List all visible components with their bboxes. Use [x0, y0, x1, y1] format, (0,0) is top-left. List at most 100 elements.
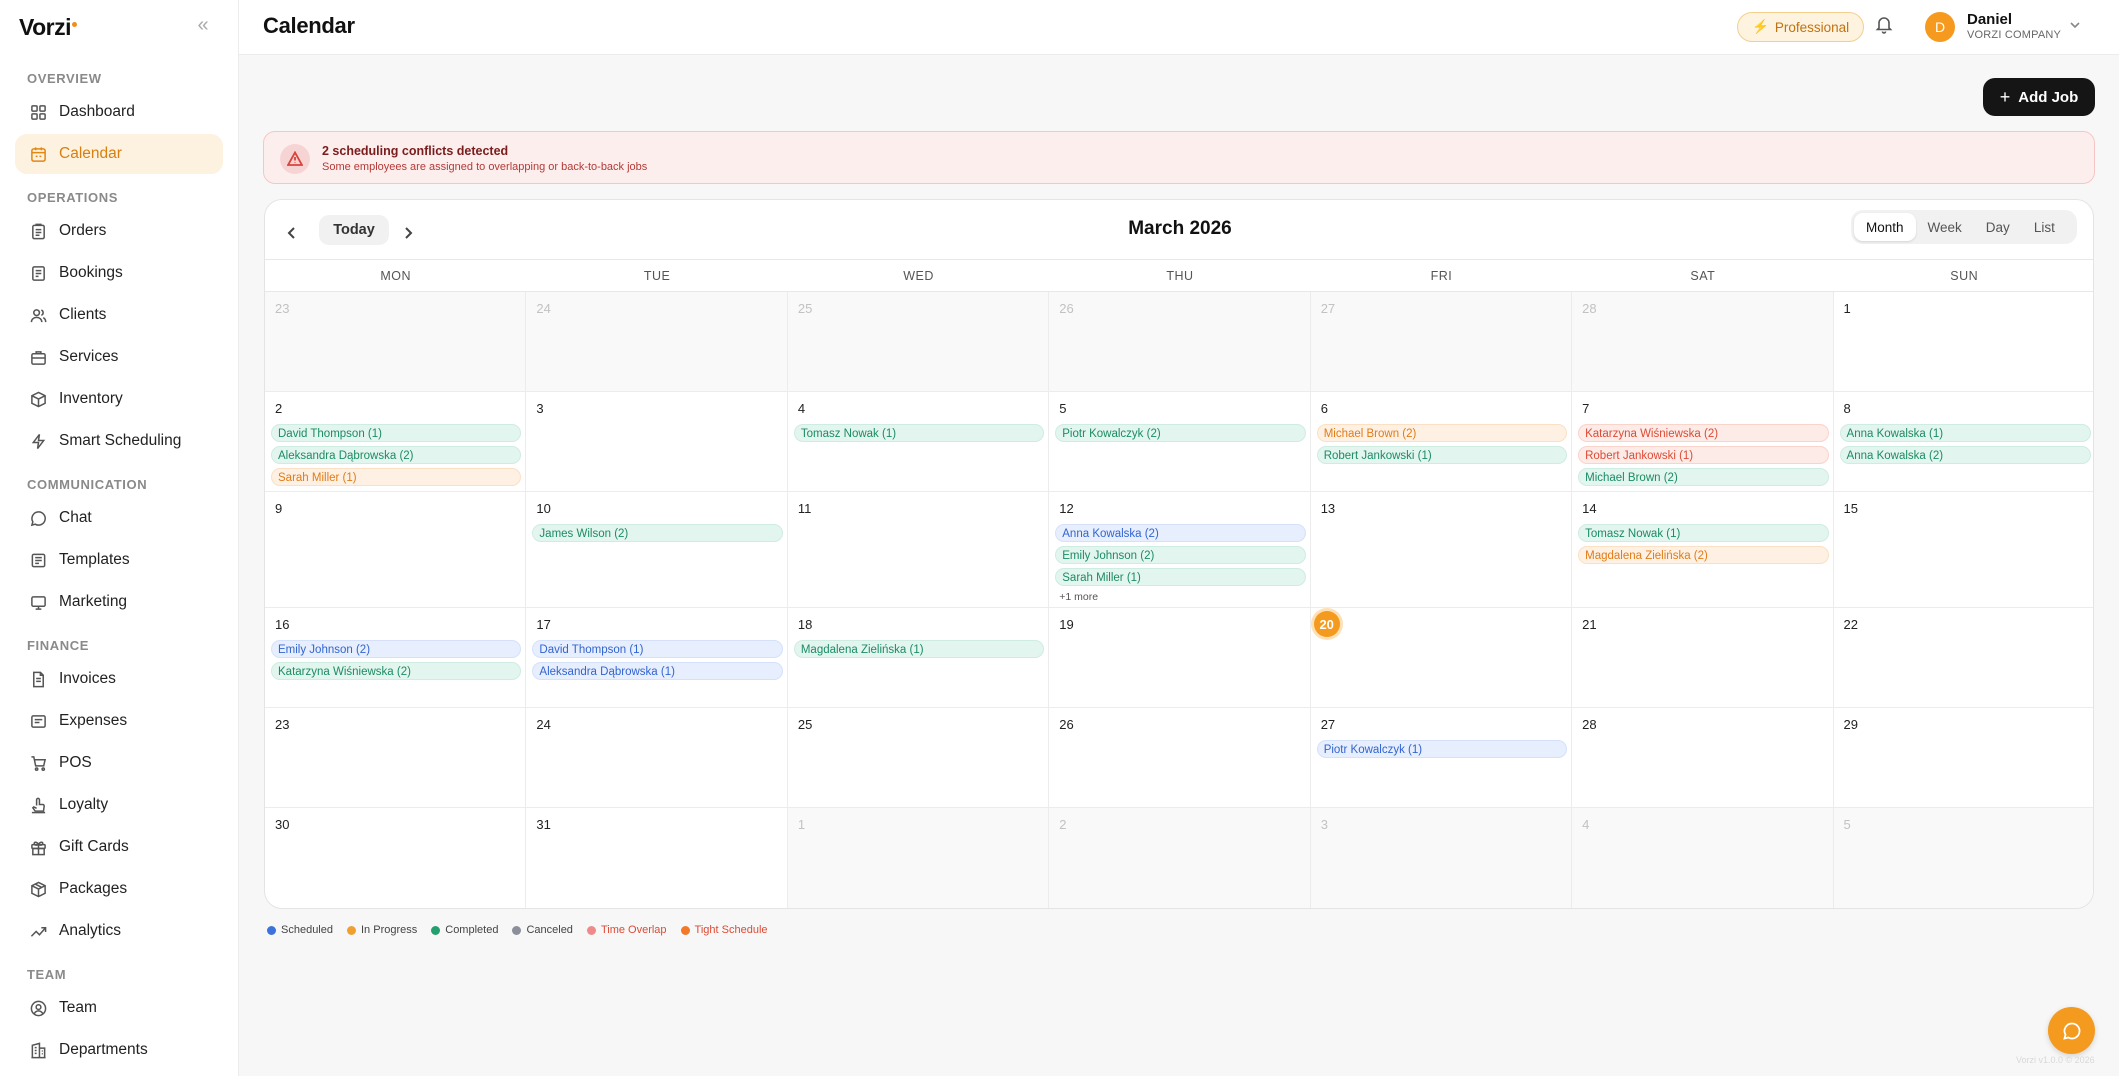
sidebar-item-clients[interactable]: Clients [15, 295, 223, 335]
sidebar-item-chat[interactable]: Chat [15, 498, 223, 538]
event-pill[interactable]: Robert Jankowski (1) [1578, 446, 1829, 464]
user-name[interactable]: Daniel [1967, 11, 2012, 28]
add-job-button[interactable]: + Add Job [1983, 78, 2095, 116]
event-pill[interactable]: Piotr Kowalczyk (1) [1316, 740, 1568, 758]
event-pill[interactable]: James Wilson (2) [532, 524, 783, 542]
event-pill[interactable]: David Thompson (1) [271, 424, 522, 442]
sidebar-item-expenses[interactable]: Expenses [15, 701, 223, 741]
day-cell[interactable]: 5 Piotr Kowalczyk (2) [1049, 392, 1311, 491]
day-cell[interactable]: 28 [1572, 708, 1834, 807]
day-cell[interactable]: 31 [526, 808, 788, 908]
day-cell[interactable]: 27 Piotr Kowalczyk (1) [1311, 708, 1573, 807]
day-cell[interactable]: 4 [1572, 808, 1834, 908]
tab-week[interactable]: Week [1916, 213, 1974, 241]
sidebar-item-loyalty[interactable]: Loyalty [15, 785, 223, 825]
day-cell[interactable]: 24 [526, 708, 788, 807]
sidebar-item-packages[interactable]: Packages [15, 869, 223, 909]
more-events-link[interactable]: +1 more [1059, 591, 1098, 603]
day-cell[interactable]: 30 [265, 808, 527, 908]
sidebar-item-services[interactable]: Services [15, 337, 223, 377]
sidebar-item-team[interactable]: Team [15, 988, 223, 1028]
event-pill[interactable]: Magdalena Zielińska (2) [1578, 546, 1829, 564]
event-pill[interactable]: Anna Kowalska (1) [1839, 424, 2091, 442]
event-pill[interactable]: Michael Brown (2) [1578, 468, 1829, 486]
event-pill[interactable]: Sarah Miller (1) [1055, 568, 1306, 586]
day-cell[interactable]: 12 Anna Kowalska (2) Emily Johnson (2) Sara… [1049, 492, 1311, 607]
day-cell[interactable]: 18 Magdalena Zielińska (1) [788, 608, 1050, 707]
sidebar-item-departments[interactable]: Departments [15, 1030, 223, 1070]
event-pill[interactable]: Anna Kowalska (2) [1839, 446, 2091, 464]
day-cell[interactable]: 1 [1834, 292, 2093, 391]
event-pill[interactable]: Tomasz Nowak (1) [793, 424, 1045, 442]
day-cell[interactable]: 19 [1049, 608, 1311, 707]
brand-logo[interactable]: Vorzi [19, 14, 78, 41]
day-cell[interactable]: 3 [526, 392, 788, 491]
sidebar-item-dashboard[interactable]: Dashboard [15, 92, 223, 132]
event-pill[interactable]: Katarzyna Wiśniewska (2) [271, 662, 522, 680]
sidebar-item-analytics[interactable]: Analytics [15, 911, 223, 951]
day-cell[interactable]: 23 [265, 292, 527, 391]
tab-day[interactable]: Day [1974, 213, 2022, 241]
day-cell[interactable]: 22 [1834, 608, 2093, 707]
event-pill[interactable]: Emily Johnson (2) [1055, 546, 1306, 564]
event-pill[interactable]: Michael Brown (2) [1316, 424, 1568, 442]
day-cell[interactable]: 25 [787, 292, 1050, 391]
event-pill[interactable]: Magdalena Zielińska (1) [793, 640, 1045, 658]
sidebar-item-marketing[interactable]: Marketing [15, 582, 223, 622]
day-cell[interactable]: 27 [1310, 292, 1573, 391]
day-cell[interactable]: 28 [1572, 292, 1834, 391]
sidebar-item-calendar[interactable]: Calendar [15, 134, 223, 174]
day-cell[interactable]: 5 [1833, 808, 2093, 908]
day-cell[interactable]: 7 Katarzyna Wiśniewska (2) Robert Jankowsk… [1572, 392, 1834, 491]
event-pill[interactable]: Sarah Miller (1) [271, 468, 522, 486]
event-pill[interactable]: Aleksandra Dąbrowska (2) [271, 446, 522, 464]
day-cell[interactable]: 21 [1572, 608, 1834, 707]
bell-icon[interactable] [1874, 14, 1896, 38]
event-pill[interactable]: Aleksandra Dąbrowska (1) [532, 662, 783, 680]
event-pill[interactable]: Tomasz Nowak (1) [1578, 524, 1829, 542]
day-cell[interactable]: 16 Emily Johnson (2) Katarzyna Wiśniewska … [265, 608, 527, 707]
sidebar-item-inventory[interactable]: Inventory [15, 379, 223, 419]
day-cell[interactable]: 2 David Thompson (1) Aleksandra Dąbrowska … [265, 392, 527, 491]
day-cell[interactable]: 13 [1311, 492, 1573, 607]
day-cell[interactable]: 23 [265, 708, 527, 807]
day-cell[interactable]: 26 [1049, 292, 1311, 391]
day-cell[interactable]: 15 [1834, 492, 2093, 607]
day-cell[interactable]: 11 [788, 492, 1050, 607]
day-cell[interactable]: 10 James Wilson (2) [526, 492, 788, 607]
day-cell[interactable]: 4 Tomasz Nowak (1) [788, 392, 1050, 491]
sidebar-item-templates[interactable]: Templates [15, 540, 223, 580]
event-pill[interactable]: Emily Johnson (2) [271, 640, 522, 658]
sidebar-item-smart-scheduling[interactable]: Smart Scheduling [15, 421, 223, 461]
event-pill[interactable]: Katarzyna Wiśniewska (2) [1578, 424, 1829, 442]
day-cell[interactable]: 29 [1834, 708, 2093, 807]
collapse-sidebar-icon[interactable]: « [195, 15, 211, 36]
sidebar-item-bookings[interactable]: Bookings [15, 253, 223, 293]
day-cell[interactable]: 1 [787, 808, 1050, 908]
day-cell[interactable]: 14 Tomasz Nowak (1) Magdalena Zielińska (2… [1572, 492, 1834, 607]
chevron-down-icon[interactable] [2068, 18, 2082, 32]
day-cell[interactable]: 20 [1311, 608, 1573, 707]
tab-list[interactable]: List [2022, 213, 2067, 241]
day-cell[interactable]: 26 [1049, 708, 1311, 807]
day-cell[interactable]: 9 [265, 492, 527, 607]
day-cell[interactable]: 17 David Thompson (1) Aleksandra Dąbrowska… [526, 608, 788, 707]
day-cell[interactable]: 25 [788, 708, 1050, 807]
chat-launcher-button[interactable] [2048, 1007, 2095, 1054]
event-pill[interactable]: Anna Kowalska (2) [1055, 524, 1306, 542]
day-cell[interactable]: 2 [1049, 808, 1311, 908]
plan-badge[interactable]: ⚡ Professional [1737, 12, 1865, 42]
day-cell[interactable]: 24 [526, 292, 788, 391]
sidebar-item-orders[interactable]: Orders [15, 211, 223, 251]
event-pill[interactable]: Piotr Kowalczyk (2) [1055, 424, 1306, 442]
avatar[interactable]: D [1925, 12, 1955, 42]
sidebar-item-gift-cards[interactable]: Gift Cards [15, 827, 223, 867]
day-cell[interactable]: 8 Anna Kowalska (1) Anna Kowalska (2) [1834, 392, 2093, 491]
sidebar-item-invoices[interactable]: Invoices [15, 659, 223, 699]
day-cell[interactable]: 6 Michael Brown (2) Robert Jankowski (1) [1311, 392, 1573, 491]
event-pill[interactable]: Robert Jankowski (1) [1316, 446, 1568, 464]
sidebar-item-pos[interactable]: POS [15, 743, 223, 783]
event-pill[interactable]: David Thompson (1) [532, 640, 783, 658]
day-cell[interactable]: 3 [1310, 808, 1573, 908]
tab-month[interactable]: Month [1854, 213, 1916, 241]
